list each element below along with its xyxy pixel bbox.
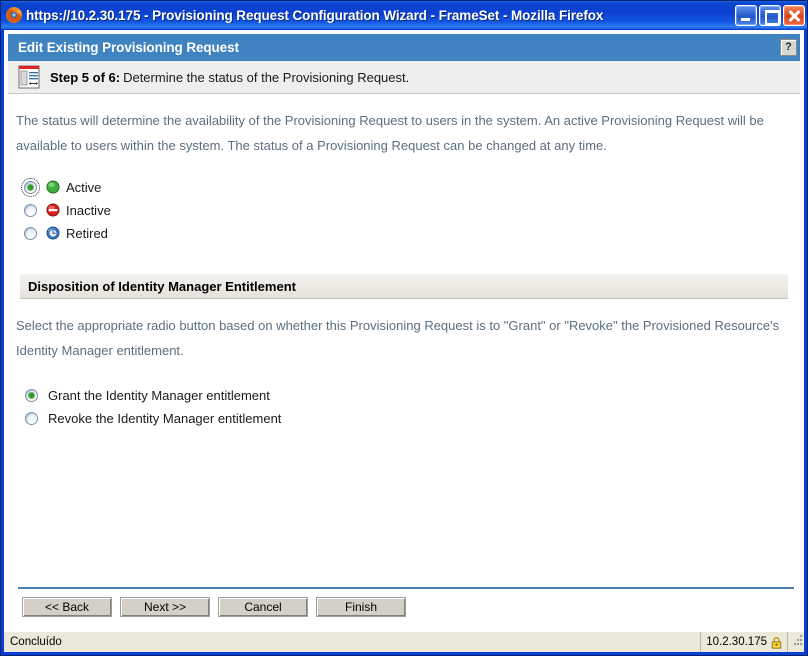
disposition-label-grant: Grant the Identity Manager entitlement: [48, 388, 270, 403]
step-label: Step 5 of 6:: [50, 69, 121, 85]
radio-active[interactable]: [21, 177, 40, 197]
finish-button[interactable]: Finish: [316, 597, 406, 617]
disposition-radio-group: Grant the Identity Manager entitlement R…: [16, 385, 792, 429]
step-description: Determine the status of the Provisioning…: [123, 69, 410, 85]
status-radio-group: Active Inactive Retired: [16, 176, 792, 244]
status-inactive-icon: [46, 203, 60, 217]
disposition-paragraph: Select the appropriate radio button base…: [16, 318, 780, 358]
help-icon[interactable]: ?: [780, 39, 797, 56]
status-label-active: Active: [66, 179, 102, 195]
page-title: Edit Existing Provisioning Request: [18, 40, 239, 55]
next-button[interactable]: Next >>: [120, 597, 210, 617]
step-strip: Step 5 of 6: Determine the status of the…: [8, 61, 800, 94]
radio-retired[interactable]: [24, 226, 37, 240]
wizard-step-icon: [18, 65, 40, 89]
disposition-option-grant[interactable]: Grant the Identity Manager entitlement: [16, 385, 792, 406]
page-content: Edit Existing Provisioning Request ? Ste…: [4, 29, 804, 631]
status-option-retired[interactable]: Retired: [16, 222, 792, 244]
firefox-icon: [6, 7, 22, 23]
status-message: Concluído: [4, 632, 702, 652]
status-label-inactive: Inactive: [66, 202, 111, 218]
title-bar[interactable]: https://10.2.30.175 - Provisioning Reque…: [1, 1, 807, 29]
disposition-label-revoke: Revoke the Identity Manager entitlement: [48, 411, 282, 426]
window-title: https://10.2.30.175 - Provisioning Reque…: [26, 7, 604, 23]
button-bar-divider: [18, 587, 794, 589]
status-option-inactive[interactable]: Inactive: [16, 199, 792, 221]
status-active-icon: [46, 180, 60, 194]
disposition-option-revoke[interactable]: Revoke the Identity Manager entitlement: [16, 408, 792, 429]
resize-grip[interactable]: [788, 632, 804, 652]
disposition-section-header: Disposition of Identity Manager Entitlem…: [20, 274, 788, 299]
wizard-button-bar: << Back Next >> Cancel Finish: [8, 579, 800, 617]
status-label-retired: Retired: [66, 225, 108, 241]
maximize-button[interactable]: [759, 4, 781, 26]
radio-grant[interactable]: [25, 389, 38, 402]
status-host-label: 10.2.30.175: [706, 636, 767, 648]
back-button[interactable]: << Back: [22, 597, 112, 617]
status-bar: Concluído 10.2.30.175: [4, 631, 804, 652]
status-option-active[interactable]: Active: [16, 176, 792, 198]
status-host-area: 10.2.30.175: [701, 632, 788, 652]
cancel-button[interactable]: Cancel: [218, 597, 308, 617]
radio-revoke[interactable]: [25, 412, 38, 425]
wizard-body: The status will determine the availabili…: [4, 94, 804, 579]
status-retired-icon: [46, 226, 60, 240]
close-button[interactable]: [783, 4, 805, 26]
browser-window: https://10.2.30.175 - Provisioning Reque…: [0, 0, 808, 656]
page-header: Edit Existing Provisioning Request ?: [8, 34, 800, 61]
radio-inactive[interactable]: [24, 203, 37, 217]
padlock-icon[interactable]: [771, 636, 782, 649]
minimize-button[interactable]: [735, 4, 757, 26]
intro-paragraph: The status will determine the availabili…: [16, 113, 764, 153]
disposition-section-title: Disposition of Identity Manager Entitlem…: [28, 278, 296, 294]
